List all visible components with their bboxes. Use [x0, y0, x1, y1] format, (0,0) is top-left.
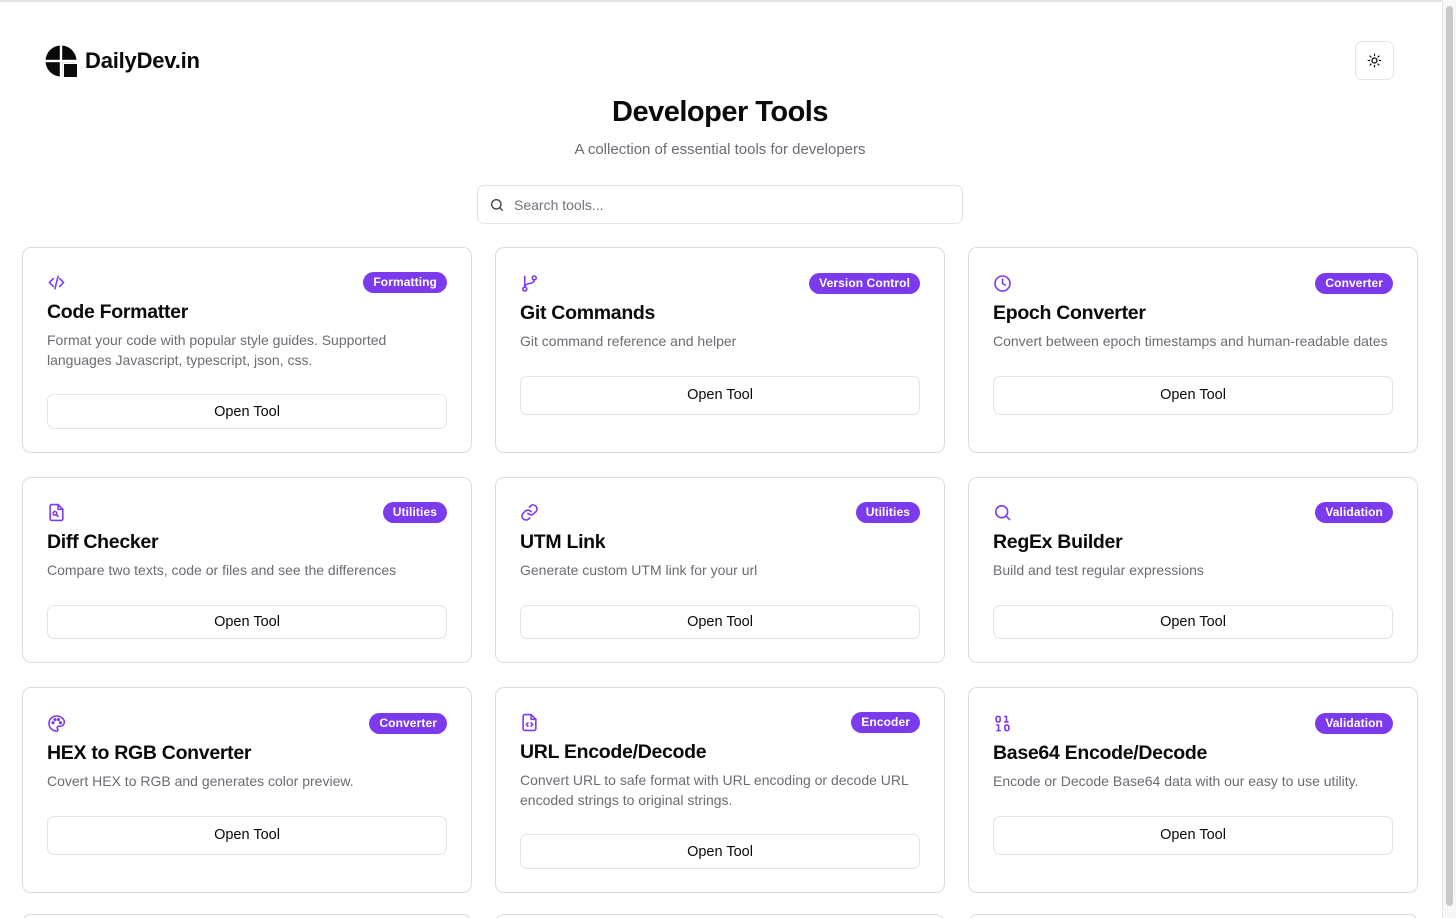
- tool-description: Covert HEX to RGB and generates color pr…: [47, 773, 354, 789]
- search-input[interactable]: [514, 196, 934, 213]
- tool-card-url-encode[interactable]: Encoder URL Encode/Decode Convert URL to…: [495, 687, 945, 893]
- tool-card-utm-link[interactable]: Utilities UTM Link Generate custom UTM l…: [495, 477, 945, 663]
- sun-icon: [1367, 53, 1382, 68]
- link-icon: [521, 504, 538, 521]
- open-tool-button[interactable]: Open Tool: [520, 834, 920, 869]
- category-badge: Validation: [1315, 502, 1393, 523]
- tool-card-partial[interactable]: [22, 914, 472, 918]
- palette-icon: [48, 714, 66, 732]
- tool-title: HEX to RGB Converter: [47, 742, 252, 764]
- tool-card-git-commands[interactable]: Version Control Git Commands Git command…: [495, 247, 945, 453]
- open-tool-button[interactable]: Open Tool: [520, 604, 920, 639]
- search-icon: [491, 198, 503, 211]
- tool-card-code-formatter[interactable]: Formatting Code Formatter Format your co…: [22, 247, 472, 453]
- tool-card-epoch-converter[interactable]: Converter Epoch Converter Convert betwee…: [968, 247, 1418, 453]
- window-top-border: [0, 0, 1456, 2]
- search-icon: [994, 504, 1011, 521]
- tool-description: Convert between epoch timestamps and hum…: [993, 333, 1388, 349]
- category-badge: Converter: [1315, 272, 1393, 294]
- tools-grid: Formatting Code Formatter Format your co…: [22, 247, 1418, 893]
- tool-card-regex-builder[interactable]: Validation RegEx Builder Build and test …: [968, 477, 1418, 663]
- next-row-cards-partial: [22, 914, 1418, 918]
- tool-title: Base64 Encode/Decode: [993, 742, 1208, 764]
- tool-title: Epoch Converter: [993, 302, 1146, 324]
- category-badge: Utilities: [855, 502, 920, 523]
- open-tool-button[interactable]: Open Tool: [520, 375, 920, 415]
- tool-description: Compare two texts, code or files and see…: [47, 562, 397, 578]
- tool-card-base64[interactable]: Validation Base64 Encode/Decode Encode o…: [968, 687, 1418, 893]
- open-tool-button[interactable]: Open Tool: [47, 604, 447, 639]
- logo-icon: [45, 45, 77, 77]
- tool-description: Generate custom UTM link for your url: [520, 562, 758, 578]
- tool-card-diff-checker[interactable]: Utilities Diff Checker Compare two texts…: [22, 477, 472, 663]
- category-badge: Encoder: [851, 712, 920, 733]
- tool-card-hex-to-rgb[interactable]: Converter HEX to RGB Converter Covert HE…: [22, 687, 472, 893]
- tool-card-partial[interactable]: [495, 914, 945, 918]
- open-tool-button[interactable]: Open Tool: [993, 815, 1393, 855]
- open-tool-button[interactable]: Open Tool: [47, 394, 447, 429]
- tool-description: Format your code with popular style guid…: [47, 332, 387, 368]
- theme-toggle-button[interactable]: [1355, 41, 1394, 80]
- tool-description: Build and test regular expressions: [993, 562, 1204, 578]
- category-badge: Version Control: [809, 272, 920, 294]
- page-title: Developer Tools: [612, 96, 828, 128]
- open-tool-button[interactable]: Open Tool: [47, 815, 447, 855]
- brand-logo[interactable]: DailyDev.in: [45, 45, 200, 77]
- clock-icon: [994, 274, 1011, 292]
- open-tool-button[interactable]: Open Tool: [993, 604, 1393, 639]
- category-badge: Validation: [1315, 712, 1393, 734]
- scrollbar-thumb[interactable]: [1446, 6, 1453, 906]
- tool-title: Code Formatter: [47, 301, 188, 323]
- tool-title: Diff Checker: [47, 531, 159, 553]
- tool-description: Git command reference and helper: [520, 333, 737, 349]
- category-badge: Utilities: [382, 502, 447, 523]
- code-icon: [48, 275, 65, 290]
- vertical-scrollbar[interactable]: [1442, 0, 1456, 918]
- tool-description: Convert URL to safe format with URL enco…: [520, 772, 909, 808]
- git-branch-icon: [521, 274, 538, 292]
- category-badge: Converter: [369, 712, 447, 734]
- search-box[interactable]: [477, 185, 963, 224]
- binary-icon: [995, 715, 1010, 731]
- tool-title: Git Commands: [520, 302, 656, 324]
- tool-title: URL Encode/Decode: [520, 741, 707, 763]
- page-subtitle: A collection of essential tools for deve…: [574, 141, 866, 158]
- tool-title: RegEx Builder: [993, 531, 1123, 553]
- tool-title: UTM Link: [520, 531, 606, 553]
- file-diff-icon: [49, 503, 64, 522]
- file-code-icon: [522, 713, 537, 732]
- tool-description: Encode or Decode Base64 data with our ea…: [993, 773, 1359, 789]
- tool-card-partial[interactable]: [968, 914, 1418, 918]
- brand-name: DailyDev.in: [85, 48, 200, 73]
- category-badge: Formatting: [363, 272, 447, 293]
- open-tool-button[interactable]: Open Tool: [993, 375, 1393, 415]
